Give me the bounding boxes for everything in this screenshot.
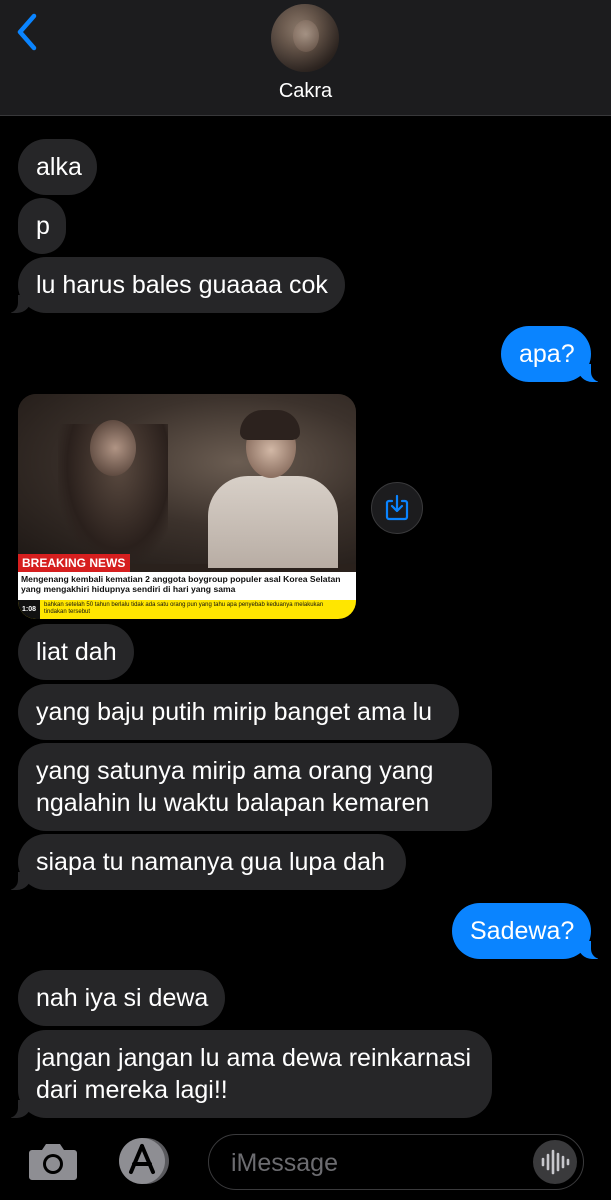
message-text: liat dah [36, 638, 117, 666]
message-input[interactable] [229, 1143, 523, 1183]
contact-name[interactable]: Cakra [0, 80, 611, 103]
message-text: siapa tu namanya gua lupa dah [36, 848, 385, 876]
news-headline: Mengenang kembali kematian 2 anggota boy… [18, 572, 356, 600]
audio-message-button[interactable] [533, 1140, 577, 1184]
message-text: lu harus bales guaaaa cok [36, 271, 328, 299]
avatar-shade [271, 4, 339, 72]
incoming-bubble[interactable]: lu harus bales guaaaa cok [4, 257, 345, 313]
contact-avatar[interactable] [271, 4, 339, 72]
message-line: ngalahin lu waktu balapan kemaren [36, 789, 430, 817]
message-text: Sadewa? [470, 917, 575, 945]
app-store-icon [119, 1138, 169, 1184]
conversation-header: Cakra [0, 0, 611, 116]
incoming-bubble[interactable]: p [18, 198, 66, 254]
photo-person-right-hair [240, 410, 300, 440]
message-3[interactable]: lu harus bales guaaaa cok [4, 257, 345, 313]
message-text: apa? [519, 340, 575, 368]
message-7[interactable]: yang baju putih mirip banget ama lu [18, 684, 459, 740]
message-text: nah iya si dewa [36, 984, 209, 1012]
outgoing-bubble[interactable]: Sadewa? [452, 903, 605, 959]
message-1[interactable]: alka [18, 139, 97, 195]
photo-person-left-head [90, 420, 136, 476]
message-line: dari mereka lagi!! [36, 1076, 228, 1104]
breaking-news-badge: BREAKING NEWS [18, 554, 130, 572]
news-ticker: 1:08 bahkan setelah 50 tahun berlalu tid… [18, 600, 356, 619]
incoming-bubble[interactable]: jangan jangan lu ama dewa reinkarnasi da… [4, 1030, 492, 1118]
message-2[interactable]: p [18, 198, 66, 254]
incoming-bubble[interactable]: alka [18, 139, 97, 195]
camera-icon [29, 1144, 77, 1180]
outgoing-bubble[interactable]: apa? [501, 326, 605, 382]
message-text: yang baju putih mirip banget ama lu [36, 698, 433, 726]
message-9[interactable]: siapa tu namanya gua lupa dah [4, 834, 406, 890]
message-input-field[interactable] [208, 1134, 584, 1190]
waveform-icon [541, 1149, 570, 1175]
message-11[interactable]: nah iya si dewa [18, 970, 225, 1026]
incoming-bubble[interactable]: siapa tu namanya gua lupa dah [4, 834, 406, 890]
save-image-button[interactable] [371, 482, 423, 534]
message-line: jangan jangan lu ama dewa reinkarnasi [36, 1044, 472, 1072]
incoming-bubble[interactable]: yang baju putih mirip banget ama lu [18, 684, 459, 740]
incoming-bubble[interactable]: nah iya si dewa [18, 970, 225, 1026]
incoming-bubble[interactable]: liat dah [18, 624, 134, 680]
apps-button[interactable] [112, 1136, 176, 1186]
chevron-left-icon [17, 13, 37, 51]
message-12[interactable]: jangan jangan lu ama dewa reinkarnasi da… [4, 1030, 492, 1118]
message-text: p [36, 212, 50, 240]
photo-person-right-shirt [208, 476, 338, 568]
ticker-text: bahkan setelah 50 tahun berlalu tidak ad… [44, 602, 324, 615]
image-attachment[interactable]: BREAKING NEWS Mengenang kembali kematian… [18, 394, 356, 619]
message-text: alka [36, 153, 82, 181]
ticker-time: 1:08 [18, 600, 40, 619]
back-button[interactable] [8, 10, 48, 54]
camera-button[interactable] [26, 1138, 80, 1184]
message-line: yang satunya mirip ama orang yang [36, 757, 434, 785]
message-10[interactable]: Sadewa? [452, 903, 605, 959]
message-6[interactable]: liat dah [18, 624, 134, 680]
download-icon [385, 494, 409, 521]
incoming-bubble[interactable]: yang satunya mirip ama orang yang ngalah… [18, 743, 492, 831]
message-8[interactable]: yang satunya mirip ama orang yang ngalah… [18, 743, 492, 831]
message-4[interactable]: apa? [501, 326, 605, 382]
